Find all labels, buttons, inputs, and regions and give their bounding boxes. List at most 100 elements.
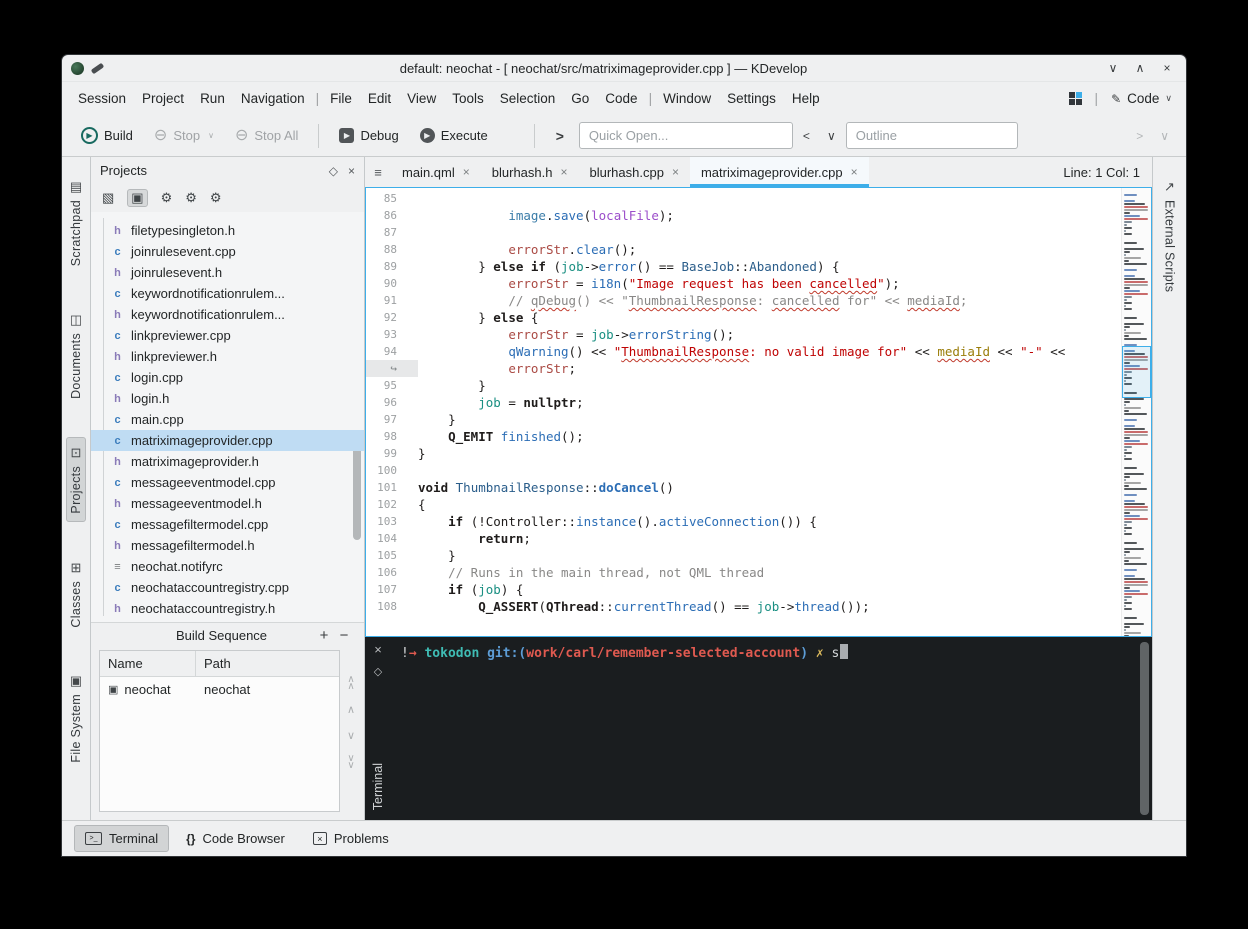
menu-navigation[interactable]: Navigation: [233, 82, 313, 115]
code-line: 99}: [366, 445, 1151, 462]
minimap-viewport[interactable]: [1122, 346, 1151, 398]
tree-item[interactable]: hjoinrulesevent.h: [91, 262, 364, 283]
stop-button[interactable]: ⊖ Stop ∨: [145, 123, 223, 149]
code-token: ());: [840, 599, 870, 614]
menu-edit[interactable]: Edit: [360, 82, 399, 115]
next-context-button[interactable]: >: [1129, 129, 1150, 143]
dock-tab-projects[interactable]: ⊡Projects: [66, 437, 86, 522]
outline-combobox[interactable]: Outline: [846, 122, 1018, 149]
tree-item[interactable]: hmessagefiltermodel.h: [91, 535, 364, 556]
toolbar-overflow-button[interactable]: ∨: [1153, 129, 1176, 143]
jump-to-prompt-icon[interactable]: >: [546, 128, 574, 144]
titlebar[interactable]: default: neochat - [ neochat/src/matrixi…: [62, 55, 1186, 82]
build-sequence-table[interactable]: NamePath ▣neochatneochat: [99, 650, 340, 812]
statusbar-problems-button[interactable]: ×Problems: [302, 825, 400, 852]
tree-item[interactable]: hkeywordnotificationrulem...: [91, 304, 364, 325]
tree-item[interactable]: hlogin.h: [91, 388, 364, 409]
tree-item[interactable]: clinkpreviewer.cpp: [91, 325, 364, 346]
tab-close-icon[interactable]: ×: [560, 165, 567, 179]
tree-item[interactable]: hfiletypesingleton.h: [91, 220, 364, 241]
tree-item[interactable]: cmessageeventmodel.cpp: [91, 472, 364, 493]
tree-item[interactable]: cjoinrulesevent.cpp: [91, 241, 364, 262]
locate-current-document-icon[interactable]: ▧: [102, 190, 114, 206]
terminal-body[interactable]: !→ tokodon git:(work/carl/remember-selec…: [391, 637, 1152, 820]
statusbar-terminal-button[interactable]: >_Terminal: [74, 825, 169, 852]
build-selection-icon[interactable]: ⚙: [161, 190, 173, 206]
show-targets-icon[interactable]: ▣: [127, 189, 147, 207]
menu-go[interactable]: Go: [563, 82, 597, 115]
tree-item[interactable]: ckeywordnotificationrulem...: [91, 283, 364, 304]
menu-selection[interactable]: Selection: [492, 82, 564, 115]
stop-all-button[interactable]: ⊖ Stop All: [226, 123, 308, 149]
build-button[interactable]: ▶ Build: [72, 122, 142, 149]
terminal-strip-label[interactable]: Terminal: [371, 763, 385, 810]
tree-item[interactable]: clogin.cpp: [91, 367, 364, 388]
move-up-icon[interactable]: ∧: [347, 703, 355, 716]
area-grid-icon[interactable]: [1069, 92, 1082, 105]
minimap[interactable]: [1121, 188, 1151, 636]
tree-item[interactable]: hlinkpreviewer.h: [91, 346, 364, 367]
float-toolview-icon[interactable]: ◇: [329, 164, 338, 178]
install-selection-icon[interactable]: ⚙: [185, 190, 197, 206]
tab-close-icon[interactable]: ×: [463, 165, 470, 179]
document-list-icon[interactable]: ≡: [365, 157, 391, 187]
minimize-icon[interactable]: ∨: [1103, 61, 1123, 75]
move-to-bottom-icon[interactable]: ∨∨: [347, 755, 354, 769]
menu-code[interactable]: Code: [597, 82, 645, 115]
tree-item[interactable]: ⚙neochatconfig.kcfg: [91, 619, 364, 622]
tree-item[interactable]: cmain.cpp: [91, 409, 364, 430]
editor-tab[interactable]: blurhash.h×: [481, 157, 579, 187]
dock-tab-label: External Scripts: [1163, 200, 1177, 292]
statusbar-code-browser-button[interactable]: {}Code Browser: [175, 825, 296, 852]
dock-tab-external-scripts[interactable]: ↗External Scripts: [1160, 171, 1180, 300]
menu-window[interactable]: Window: [655, 82, 719, 115]
menu-view[interactable]: View: [399, 82, 444, 115]
close-toolview-icon[interactable]: ×: [348, 164, 355, 178]
move-to-top-icon[interactable]: ∧∧: [347, 676, 354, 690]
area-switcher-button[interactable]: ✎ Code ∨: [1111, 91, 1172, 106]
menu-tools[interactable]: Tools: [444, 82, 492, 115]
menu-file[interactable]: File: [322, 82, 360, 115]
tree-item[interactable]: ≡neochat.notifyrc: [91, 556, 364, 577]
code-token: if: [448, 582, 463, 597]
stop-dropdown-icon[interactable]: ∨: [208, 131, 214, 140]
context-dropdown-button[interactable]: ∨: [820, 129, 843, 143]
menu-run[interactable]: Run: [192, 82, 233, 115]
tab-close-icon[interactable]: ×: [851, 165, 858, 179]
projects-tree[interactable]: hfiletypesingleton.hcjoinrulesevent.cpph…: [91, 212, 364, 622]
add-to-build-sequence-icon[interactable]: +: [314, 627, 334, 644]
dock-tab-classes[interactable]: ⊞Classes: [66, 552, 86, 636]
build-sequence-row[interactable]: ▣neochatneochat: [100, 677, 339, 702]
tree-item[interactable]: hmatriximageprovider.h: [91, 451, 364, 472]
move-down-icon[interactable]: ∨: [347, 729, 355, 742]
previous-context-button[interactable]: <: [796, 129, 817, 143]
terminal-detach-icon[interactable]: ◇: [374, 665, 382, 678]
dock-tab-scratchpad[interactable]: ▤Scratchpad: [66, 171, 86, 274]
debug-button[interactable]: ▶ Debug: [330, 123, 407, 148]
tree-item[interactable]: cneochataccountregistry.cpp: [91, 577, 364, 598]
tree-item[interactable]: hneochataccountregistry.h: [91, 598, 364, 619]
editor-tab[interactable]: main.qml×: [391, 157, 481, 187]
terminal-close-icon[interactable]: ×: [374, 642, 382, 657]
remove-from-build-sequence-icon[interactable]: −: [334, 627, 354, 644]
terminal-scrollbar[interactable]: [1140, 642, 1149, 815]
editor-tab[interactable]: matriximageprovider.cpp×: [690, 157, 869, 187]
close-icon[interactable]: ×: [1157, 61, 1177, 75]
maximize-icon[interactable]: ∧: [1130, 61, 1150, 75]
dock-tab-filesystem[interactable]: ▣File System: [66, 665, 86, 771]
quick-open-combobox[interactable]: Quick Open...: [579, 122, 793, 149]
menu-project[interactable]: Project: [134, 82, 192, 115]
dock-tab-documents[interactable]: ◫Documents: [66, 304, 86, 407]
tree-item[interactable]: cmessagefiltermodel.cpp: [91, 514, 364, 535]
menu-help[interactable]: Help: [784, 82, 828, 115]
editor-tab[interactable]: blurhash.cpp×: [579, 157, 690, 187]
menu-settings[interactable]: Settings: [719, 82, 784, 115]
tree-item[interactable]: cmatriximageprovider.cpp: [91, 430, 364, 451]
menu-session[interactable]: Session: [70, 82, 134, 115]
code-line: 93 errorStr = job->errorString();: [366, 326, 1151, 343]
configure-selection-icon[interactable]: ⚙: [210, 190, 222, 206]
tab-close-icon[interactable]: ×: [672, 165, 679, 179]
execute-button[interactable]: ▶ Execute: [411, 123, 497, 148]
code-editor[interactable]: 8586 image.save(localFile);8788 errorStr…: [365, 187, 1152, 637]
tree-item[interactable]: hmessageeventmodel.h: [91, 493, 364, 514]
